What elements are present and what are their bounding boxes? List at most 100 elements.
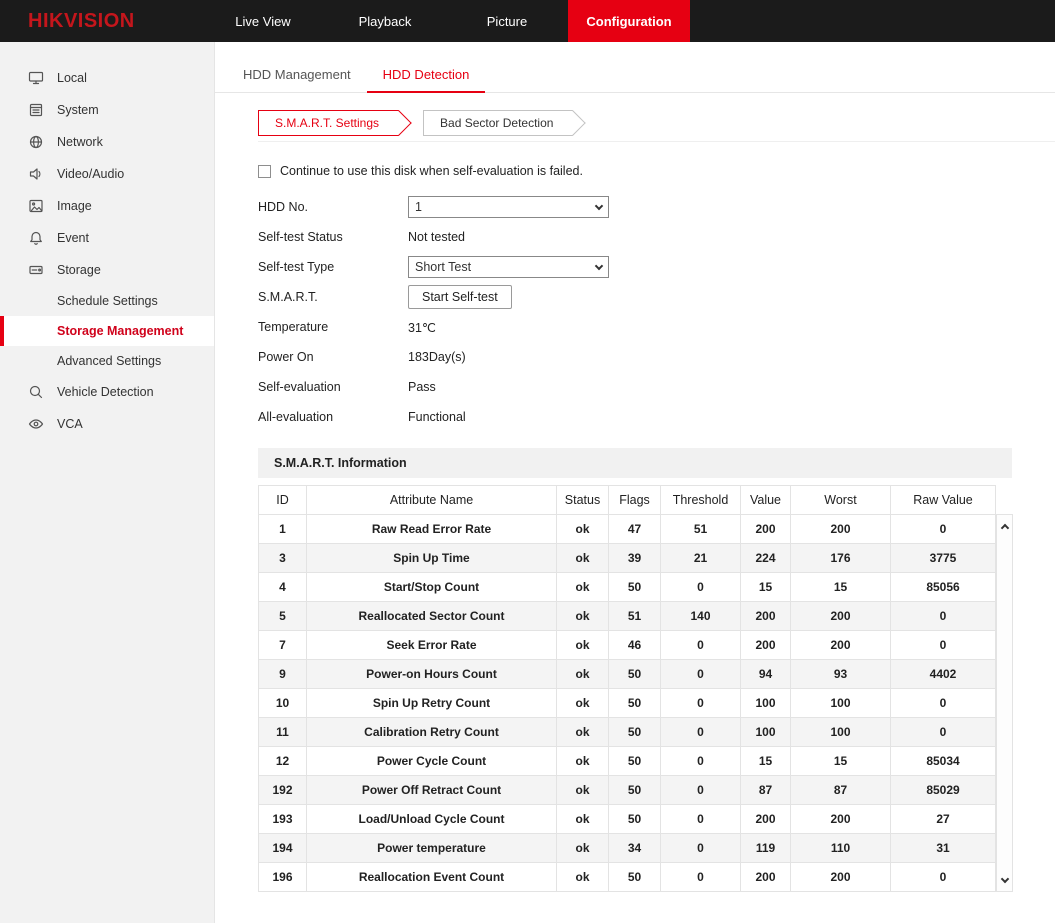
continue-checkbox-row[interactable]: Continue to use this disk when self-eval… (258, 164, 1055, 178)
body-columns: LocalSystemNetworkVideo/AudioImageEventS… (0, 42, 1055, 923)
subtab-bar: S.M.A.R.T. Settings Bad Sector Detection (258, 110, 1055, 142)
table-cell: 94 (741, 660, 791, 689)
table-cell: 119 (741, 834, 791, 863)
table-cell: 200 (741, 631, 791, 660)
table-cell: 93 (791, 660, 891, 689)
sidebar-item-local[interactable]: Local (0, 62, 214, 94)
field-value: 31℃ (408, 320, 436, 335)
table-cell: 100 (791, 718, 891, 747)
tab-hdd-detection[interactable]: HDD Detection (367, 58, 486, 93)
table-cell: 0 (661, 776, 741, 805)
table-cell: ok (557, 805, 609, 834)
table-cell: 200 (791, 515, 891, 544)
sidebar-item-vehicle-detection[interactable]: Vehicle Detection (0, 376, 214, 408)
table-cell: 200 (741, 515, 791, 544)
topnav-playback[interactable]: Playback (324, 0, 446, 42)
table-row: 4Start/Stop Countok500151585056 (259, 573, 996, 602)
event-icon (28, 230, 44, 246)
field-label: Self-test Type (258, 260, 408, 274)
column-header-threshold: Threshold (661, 486, 741, 515)
form-row-power-on: Power On183Day(s) (258, 342, 1055, 372)
table-cell: 4402 (891, 660, 996, 689)
table-cell: 50 (609, 805, 661, 834)
table-cell: 200 (791, 805, 891, 834)
field-value: Pass (408, 380, 436, 394)
field-value: Functional (408, 410, 466, 424)
system-icon (28, 102, 44, 118)
table-scrollbar[interactable] (996, 514, 1013, 892)
table-cell: 47 (609, 515, 661, 544)
vehicle-detection-icon (28, 384, 44, 400)
table-cell: 200 (741, 602, 791, 631)
smart-table: IDAttribute NameStatusFlagsThresholdValu… (258, 485, 996, 892)
table-cell: 0 (661, 863, 741, 892)
table-cell: 50 (609, 776, 661, 805)
table-row: 10Spin Up Retry Countok5001001000 (259, 689, 996, 718)
table-cell: 50 (609, 573, 661, 602)
table-cell: 1 (259, 515, 307, 544)
form-row-s-m-a-r-t: S.M.A.R.T.Start Self-test (258, 282, 1055, 312)
table-cell: 50 (609, 689, 661, 718)
column-header-value: Value (741, 486, 791, 515)
column-header-status: Status (557, 486, 609, 515)
hdd-no-select[interactable]: 1 (408, 196, 609, 218)
form-row-self-evaluation: Self-evaluationPass (258, 372, 1055, 402)
table-cell: 85034 (891, 747, 996, 776)
table-cell: ok (557, 834, 609, 863)
table-cell: ok (557, 515, 609, 544)
table-row: 192Power Off Retract Countok500878785029 (259, 776, 996, 805)
table-cell: 87 (791, 776, 891, 805)
table-cell: 0 (891, 602, 996, 631)
continue-checkbox[interactable] (258, 165, 271, 178)
table-cell: 15 (741, 747, 791, 776)
sidebar-item-image[interactable]: Image (0, 190, 214, 222)
tab-hdd-management[interactable]: HDD Management (227, 58, 367, 91)
table-cell: 194 (259, 834, 307, 863)
sidebar-item-network[interactable]: Network (0, 126, 214, 158)
table-cell: Spin Up Time (307, 544, 557, 573)
topnav-live-view[interactable]: Live View (202, 0, 324, 42)
field-value: Not tested (408, 230, 465, 244)
table-cell: Seek Error Rate (307, 631, 557, 660)
sidebar-item-system[interactable]: System (0, 94, 214, 126)
table-cell: 7 (259, 631, 307, 660)
topnav-picture[interactable]: Picture (446, 0, 568, 42)
table-cell: 51 (609, 602, 661, 631)
sidebar-item-storage[interactable]: Storage (0, 254, 214, 286)
topnav-configuration[interactable]: Configuration (568, 0, 690, 42)
smart-table-wrap: IDAttribute NameStatusFlagsThresholdValu… (258, 485, 995, 892)
start-self-test-button[interactable]: Start Self-test (408, 285, 512, 309)
main-content: HDD ManagementHDD Detection S.M.A.R.T. S… (215, 42, 1055, 923)
sidebar-item-event[interactable]: Event (0, 222, 214, 254)
field-label: Self-evaluation (258, 380, 408, 394)
tab-bar: HDD ManagementHDD Detection (215, 42, 1055, 93)
sidebar-item-advanced-settings[interactable]: Advanced Settings (0, 346, 214, 376)
table-cell: 200 (741, 805, 791, 834)
table-cell: Power-on Hours Count (307, 660, 557, 689)
self-test-type-select[interactable]: Short Test (408, 256, 609, 278)
table-cell: ok (557, 544, 609, 573)
table-cell: 5 (259, 602, 307, 631)
scroll-down-button[interactable] (997, 869, 1012, 891)
table-cell: 0 (891, 689, 996, 718)
scroll-up-button[interactable] (997, 515, 1012, 537)
sidebar-item-schedule-settings[interactable]: Schedule Settings (0, 286, 214, 316)
table-cell: Raw Read Error Rate (307, 515, 557, 544)
smart-info-title: S.M.A.R.T. Information (258, 448, 1012, 478)
table-cell: 200 (741, 863, 791, 892)
subtab-s-m-a-r-t-settings[interactable]: S.M.A.R.T. Settings (258, 110, 399, 136)
table-cell: 46 (609, 631, 661, 660)
table-cell: 0 (661, 805, 741, 834)
table-cell: 11 (259, 718, 307, 747)
table-cell: 12 (259, 747, 307, 776)
sidebar-item-video-audio[interactable]: Video/Audio (0, 158, 214, 190)
table-cell: 21 (661, 544, 741, 573)
sidebar-item-label: Vehicle Detection (57, 385, 154, 399)
sidebar-item-vca[interactable]: VCA (0, 408, 214, 440)
sidebar-item-storage-management[interactable]: Storage Management (0, 316, 214, 346)
sidebar-item-label: Image (57, 199, 92, 213)
smart-settings-form: HDD No.1Self-test StatusNot testedSelf-t… (258, 192, 1055, 432)
subtab-bad-sector-detection[interactable]: Bad Sector Detection (423, 110, 573, 136)
column-header-worst: Worst (791, 486, 891, 515)
table-row: 3Spin Up Timeok39212241763775 (259, 544, 996, 573)
